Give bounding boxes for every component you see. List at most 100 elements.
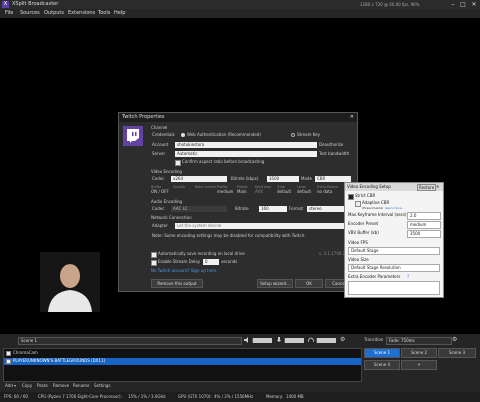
stream-key-label: Stream Key (297, 132, 320, 137)
encoder-preset-select[interactable]: medium (407, 221, 441, 229)
transition-select[interactable]: Fade: 750ms (386, 337, 452, 345)
menu-bar: File Sources Outputs Extensions Tools He… (0, 9, 480, 18)
xsplit-logo-icon: X (2, 1, 9, 8)
setup-wizard-button[interactable]: Setup wizard... (257, 279, 293, 288)
paste-button[interactable]: Paste (37, 383, 48, 389)
bitrate-label: Bitrate (kbps) (231, 176, 259, 181)
menu-help[interactable]: Help (114, 10, 125, 17)
audio-volume-meter[interactable] (252, 338, 272, 343)
network-section-label: Network Connection (151, 215, 192, 220)
vbv-buffer-label: VBV Buffer (kb) (348, 230, 379, 235)
col-header: Quality (173, 185, 186, 189)
video-size-select[interactable]: Default Stage Resolution (348, 264, 440, 272)
server-select[interactable]: Automatic (175, 151, 317, 157)
col-value[interactable]: Main (237, 189, 247, 195)
cpu-value: 15% / 1% / 3.0GHz (128, 394, 166, 399)
add-scene-button[interactable]: + (401, 360, 437, 370)
close-icon[interactable]: ✕ (350, 113, 354, 122)
add-source-button[interactable]: Add ▾ (5, 383, 16, 389)
gear-icon[interactable]: ⚙ (340, 337, 346, 343)
encoder-settings-grid: Buffer Quality Rate control Profile Pres… (151, 184, 351, 196)
bitrate-field[interactable]: 3500 (267, 176, 299, 182)
audio-codec-select[interactable]: AAC LC (171, 206, 227, 212)
mic-icon[interactable] (276, 337, 282, 343)
extra-params-textarea[interactable] (348, 281, 440, 295)
learn-more-link[interactable]: learn more... (385, 205, 404, 211)
vbv-buffer-field[interactable]: 3500 (407, 230, 441, 238)
scene-3-button[interactable]: Scene 3 (438, 348, 476, 358)
audio-bitrate-select[interactable]: 160 (259, 206, 287, 212)
menu-outputs[interactable]: Outputs (44, 10, 64, 17)
menu-sources[interactable]: Sources (20, 10, 40, 17)
stream-key-radio[interactable] (291, 133, 295, 137)
list-item[interactable]: ChromaCam (4, 350, 361, 357)
speaker-icon[interactable] (244, 337, 250, 343)
audio-codec-label: Codec (152, 206, 165, 211)
account-label: Account (152, 142, 169, 147)
transition-gear-icon[interactable]: ⚙ (452, 337, 458, 343)
confirm-aspect-checkbox[interactable] (175, 160, 181, 166)
headphones-volume-meter[interactable] (316, 338, 336, 343)
source-visible-checkbox[interactable] (6, 351, 11, 356)
audio-section-label: Audio Encoding (151, 199, 183, 204)
scene-2-button[interactable]: Scene 2 (401, 348, 437, 358)
account-field[interactable]: shotukiestora (175, 142, 317, 148)
test-bandwidth-link[interactable]: Test bandwidth (319, 151, 349, 157)
headphones-icon[interactable] (308, 337, 314, 343)
source-name: PLAYERUNKNOWN'S BATTLEGROUNDS (DX11) (13, 358, 106, 363)
col-value[interactable]: default (297, 189, 311, 195)
delay-field[interactable]: 0 (203, 259, 219, 265)
adapter-select[interactable]: Let the system decide (175, 223, 351, 229)
sources-list: ChromaCam PLAYERUNKNOWN'S BATTLEGROUNDS … (3, 348, 362, 382)
maximize-button[interactable]: □ (458, 0, 468, 9)
dialog-title: Twitch Properties (122, 114, 165, 120)
codec-select[interactable]: x264 (171, 176, 227, 182)
col-value[interactable]: default (277, 189, 291, 195)
scene-4-button[interactable]: Scene 4 (364, 360, 400, 370)
title-bar: X XSplit Broadcaster 1280 x 720 @ 60.00 … (0, 0, 480, 9)
channel-section-label: Channel (151, 125, 168, 130)
audio-bitrate-label: Bitrate (235, 206, 249, 211)
video-size-label: Video Size (348, 257, 369, 262)
ok-button[interactable]: OK (295, 279, 323, 288)
web-auth-radio[interactable] (181, 133, 185, 137)
popup-title: Video Encoding Setup (347, 184, 391, 189)
close-window-button[interactable]: ✕ (469, 0, 479, 9)
source-name: ChromaCam (13, 350, 38, 355)
help-icon[interactable]: ? (407, 274, 409, 280)
copy-button[interactable]: Copy (22, 383, 32, 389)
menu-tools[interactable]: Tools (98, 10, 110, 17)
extra-params-label: Extra Encoder Parameters (348, 274, 401, 279)
popup-close-icon[interactable]: ✕ (436, 184, 439, 190)
remove-output-button[interactable]: Remove this output (151, 279, 203, 288)
scene-1-button[interactable]: Scene 1 (364, 348, 400, 358)
col-value[interactable]: AVX (255, 189, 263, 195)
source-visible-checkbox[interactable] (6, 359, 11, 364)
video-fps-select[interactable]: Default Stage (348, 247, 440, 255)
signup-link[interactable]: No Twitch account? Sign up here. (151, 268, 217, 274)
mic-volume-meter[interactable] (284, 338, 304, 343)
settings-button[interactable]: Settings (94, 383, 110, 389)
auto-save-checkbox[interactable] (151, 252, 157, 258)
menu-extensions[interactable]: Extensions (68, 10, 95, 17)
list-item[interactable]: PLAYERUNKNOWN'S BATTLEGROUNDS (DX11) (4, 358, 361, 365)
adaptive-cbr-checkbox[interactable] (355, 201, 361, 207)
credentials-label: Credentials (152, 132, 175, 137)
col-value[interactable]: no data (317, 189, 332, 195)
confirm-aspect-label: Confirm aspect ratio before broadcasting (182, 159, 265, 164)
restore-button[interactable]: Restore (417, 184, 437, 191)
rename-button[interactable]: Rename (73, 383, 89, 389)
stream-delay-checkbox[interactable] (151, 260, 157, 266)
gpu-value: 4% / 2% / 1556MHz (214, 394, 254, 399)
adapter-label: Adapter (152, 223, 168, 228)
remove-button[interactable]: Remove (53, 383, 69, 389)
delay-unit: seconds (221, 259, 238, 264)
strict-cbr-checkbox[interactable] (348, 194, 354, 200)
col-value[interactable]: ON / OFF (151, 189, 169, 195)
deauthorize-link[interactable]: Deauthorize (319, 142, 343, 148)
col-value[interactable]: medium (217, 189, 233, 195)
minimize-button[interactable]: – (448, 0, 458, 9)
scene-name-field[interactable]: Scene 1 (18, 337, 242, 345)
max-keyframe-field[interactable]: 2.0 (407, 212, 441, 220)
menu-file[interactable]: File (5, 10, 13, 17)
